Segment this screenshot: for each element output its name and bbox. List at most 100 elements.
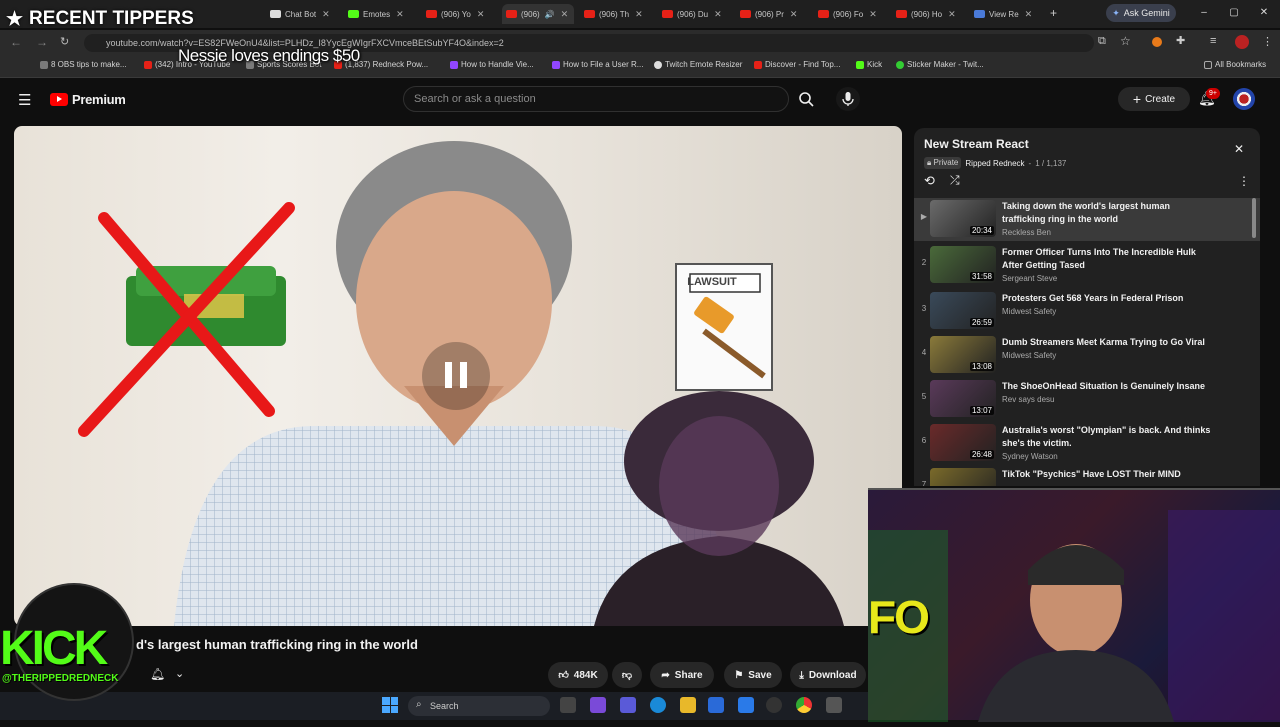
ask-gemini-button[interactable]: ✦ Ask Gemini [1106, 4, 1176, 22]
reload-icon[interactable]: ↻ [60, 35, 69, 48]
playlist-item[interactable]: 6 26:48 Australia's worst "Olympian" is ba… [914, 422, 1260, 465]
search-button[interactable] [790, 86, 822, 112]
close-icon[interactable]: ✕ [477, 9, 485, 20]
extension-icon[interactable] [1152, 37, 1162, 47]
playlist-owner[interactable]: Ripped Redneck [965, 159, 1024, 168]
subscribe-bell-icon[interactable]: 🔔︎ [150, 667, 165, 681]
playlist-item[interactable]: 7 TikTok "Psychics" Have LOST Their MIND [914, 466, 1260, 486]
playlist-thumbnail[interactable]: 13:08 [930, 336, 996, 373]
close-icon[interactable]: ✕ [322, 9, 330, 20]
playlist-item[interactable]: 4 13:08 Dumb Streamers Meet Karma Trying t… [914, 334, 1260, 377]
playlist-item[interactable]: 3 26:59 Protesters Get 568 Years in Federa… [914, 290, 1260, 333]
edge-icon[interactable] [650, 697, 666, 713]
playlist-thumbnail[interactable] [930, 468, 996, 486]
browser-tab[interactable]: View Re ✕ [974, 4, 1044, 24]
youtube-logo[interactable]: Premium [50, 92, 126, 107]
hamburger-menu-icon[interactable]: ☰ [18, 91, 31, 109]
close-icon[interactable]: ✕ [1025, 9, 1033, 20]
chevron-down-icon[interactable]: ⌄ [175, 667, 184, 680]
bookmark-item[interactable]: 8 OBS tips to make... [40, 60, 127, 69]
browser-tab[interactable]: (906) Yo ✕ [426, 4, 496, 24]
browser-tab[interactable]: (906) Du ✕ [662, 4, 732, 24]
close-icon[interactable]: ✕ [869, 9, 877, 20]
playlist-item-title[interactable]: Taking down the world's largest human tr… [1002, 200, 1212, 226]
playlist-item-channel[interactable]: Reckless Ben [1002, 228, 1051, 237]
close-icon[interactable]: ✕ [790, 9, 798, 20]
playlist-item-channel[interactable]: Sergeant Steve [1002, 274, 1057, 283]
extensions-icon[interactable]: ✚ [1176, 34, 1185, 47]
close-playlist-icon[interactable]: ✕ [1234, 142, 1244, 156]
playlist-item-channel[interactable]: Midwest Safety [1002, 307, 1056, 316]
playlist-thumbnail[interactable]: 26:48 [930, 424, 996, 461]
voice-search-button[interactable] [836, 87, 860, 111]
app-icon[interactable] [826, 697, 842, 713]
playlist-thumbnail[interactable]: 31:58 [930, 246, 996, 283]
browser-tab[interactable]: (906) Fo ✕ [818, 4, 888, 24]
chrome-icon[interactable] [796, 697, 812, 713]
playlist-item-title[interactable]: The ShoeOnHead Situation Is Genuinely In… [1002, 380, 1212, 393]
playlist-item[interactable]: 5 13:07 The ShoeOnHead Situation Is Genuin… [914, 378, 1260, 421]
task-view-icon[interactable] [560, 697, 576, 713]
playlist-item-title[interactable]: TikTok "Psychics" Have LOST Their MIND [1002, 468, 1212, 481]
all-bookmarks[interactable]: All Bookmarks [1204, 60, 1266, 69]
close-icon[interactable]: ✕ [396, 9, 404, 20]
playlist-item[interactable]: 2 31:58 Former Officer Turns Into The Incr… [914, 244, 1260, 287]
loop-icon[interactable]: ⟲ [924, 173, 935, 189]
profile-avatar[interactable] [1235, 35, 1249, 49]
browser-tab[interactable]: (906) Pr ✕ [740, 4, 810, 24]
account-avatar[interactable] [1233, 88, 1255, 110]
shuffle-icon[interactable]: ⤮ [950, 173, 960, 188]
browser-tab[interactable]: Emotes ✕ [348, 4, 418, 24]
teams-icon[interactable] [620, 697, 636, 713]
close-icon[interactable]: ✕ [635, 9, 643, 20]
playlist-item-channel[interactable]: Sydney Watson [1002, 452, 1058, 461]
bookmark-item[interactable]: How to File a User R... [552, 60, 643, 69]
browser-tab[interactable]: (906) Ho ✕ [896, 4, 966, 24]
browser-tab[interactable]: (906) Th ✕ [584, 4, 654, 24]
close-icon[interactable]: ✕ [948, 9, 956, 20]
maximize-button[interactable]: ▢ [1222, 4, 1246, 22]
dislike-button[interactable]: 👎︎ [612, 662, 642, 688]
create-button[interactable]: + Create [1118, 87, 1190, 111]
like-button[interactable]: 👍︎ 484K [548, 662, 608, 688]
close-icon[interactable]: ✕ [714, 9, 722, 20]
video-player[interactable]: LAWSUIT [14, 126, 902, 626]
menu-icon[interactable]: ⋮ [1262, 35, 1273, 48]
download-button[interactable]: ⤓ Download [790, 662, 866, 688]
minimize-button[interactable]: – [1192, 4, 1216, 22]
media-icon[interactable]: ≡ [1210, 35, 1216, 47]
bookmark-item[interactable]: Kick [856, 60, 882, 69]
search-input[interactable]: Search or ask a question [403, 86, 789, 112]
playlist-item[interactable]: ▶ 20:34 Taking down the world's largest hu… [914, 198, 1260, 241]
bookmark-star-icon[interactable]: ☆ [1120, 34, 1131, 48]
obs-icon[interactable] [766, 697, 782, 713]
playlist-thumbnail[interactable]: 20:34 [930, 200, 996, 237]
store-icon[interactable] [708, 697, 724, 713]
forward-icon[interactable]: → [36, 35, 48, 49]
copilot-icon[interactable] [590, 697, 606, 713]
more-options-icon[interactable]: ⋮ [1238, 174, 1250, 188]
playlist-item-channel[interactable]: Rev says desu [1002, 395, 1054, 404]
install-icon[interactable]: ⧉ [1098, 35, 1106, 48]
bookmark-item[interactable]: Twitch Emote Resizer [654, 60, 742, 69]
new-tab-button[interactable]: + [1050, 6, 1057, 20]
playlist-item-title[interactable]: Australia's worst "Olympian" is back. An… [1002, 424, 1212, 450]
playlist-item-title[interactable]: Protesters Get 568 Years in Federal Pris… [1002, 292, 1212, 305]
playlist-item-title[interactable]: Dumb Streamers Meet Karma Trying to Go V… [1002, 336, 1212, 349]
window-close-button[interactable]: ✕ [1252, 4, 1276, 22]
bookmark-item[interactable]: Discover - Find Top... [754, 60, 840, 69]
windows-start-icon[interactable] [382, 697, 398, 713]
browser-tab[interactable]: Chat Bot ✕ [270, 4, 340, 24]
playlist-item-title[interactable]: Former Officer Turns Into The Incredible… [1002, 246, 1212, 272]
file-explorer-icon[interactable] [680, 697, 696, 713]
save-button[interactable]: ⚑ Save [724, 662, 782, 688]
outlook-icon[interactable] [738, 697, 754, 713]
browser-tab-active[interactable]: (906) 🔊 ✕ [502, 4, 574, 24]
bookmark-item[interactable]: How to Handle Vie... [450, 60, 534, 69]
playlist-thumbnail[interactable]: 13:07 [930, 380, 996, 417]
back-icon[interactable]: ← [10, 35, 22, 49]
taskbar-search[interactable]: Search [408, 696, 550, 716]
bookmark-item[interactable]: Sticker Maker - Twit... [896, 60, 984, 69]
playlist-thumbnail[interactable]: 26:59 [930, 292, 996, 329]
playlist-scrollbar[interactable] [1252, 198, 1256, 238]
